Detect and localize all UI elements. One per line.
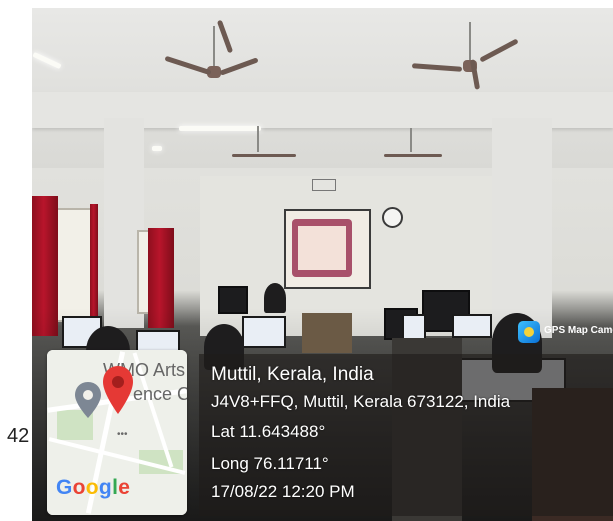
google-logo-letter: e	[118, 476, 131, 499]
monitor	[218, 286, 248, 314]
projection-screen	[284, 209, 371, 289]
map-place-label: ence Co	[133, 384, 187, 404]
full-address: J4V8+FFQ, Muttil, Kerala 673122, India	[211, 392, 511, 411]
gps-map-camera-badge: GPS Map Camera	[518, 320, 613, 344]
wall-clock	[382, 207, 403, 228]
chair	[302, 313, 352, 353]
tube-light	[152, 146, 162, 151]
google-logo: Google	[56, 476, 130, 500]
pillar	[492, 118, 552, 338]
fan-rod	[410, 128, 412, 152]
date-time: 17/08/22 12:20 PM	[211, 482, 355, 501]
longitude-value: Long 76.11711°	[211, 454, 329, 473]
projector	[312, 179, 336, 191]
grey-location-pin-icon	[75, 382, 101, 418]
window	[56, 208, 94, 322]
edge-number: 42	[7, 425, 30, 447]
fan-rod	[213, 26, 215, 70]
gps-map-camera-icon	[518, 321, 540, 343]
google-logo-letter: g	[98, 476, 113, 499]
fan-blade	[384, 154, 442, 157]
map-dots: •••	[117, 429, 128, 440]
google-logo-letter: G	[56, 476, 73, 499]
fan-blade	[232, 154, 296, 157]
red-location-pin-icon	[103, 366, 133, 414]
place-title: Muttil, Kerala, India	[211, 364, 374, 385]
camera-app-name: GPS Map Camera	[544, 325, 613, 336]
curtain	[90, 204, 98, 324]
google-logo-letter: o	[72, 476, 86, 499]
fan-rod	[469, 22, 471, 62]
tube-light	[179, 126, 261, 131]
google-logo-letter: o	[85, 476, 99, 499]
computer-screen	[242, 316, 286, 348]
fan-rod	[257, 126, 259, 152]
map-thumbnail[interactable]: WMO Arts ence Co ••• Google	[47, 350, 187, 515]
computer-screen	[452, 314, 492, 338]
latitude-value: Lat 11.643488°	[211, 422, 326, 441]
person	[264, 283, 286, 313]
